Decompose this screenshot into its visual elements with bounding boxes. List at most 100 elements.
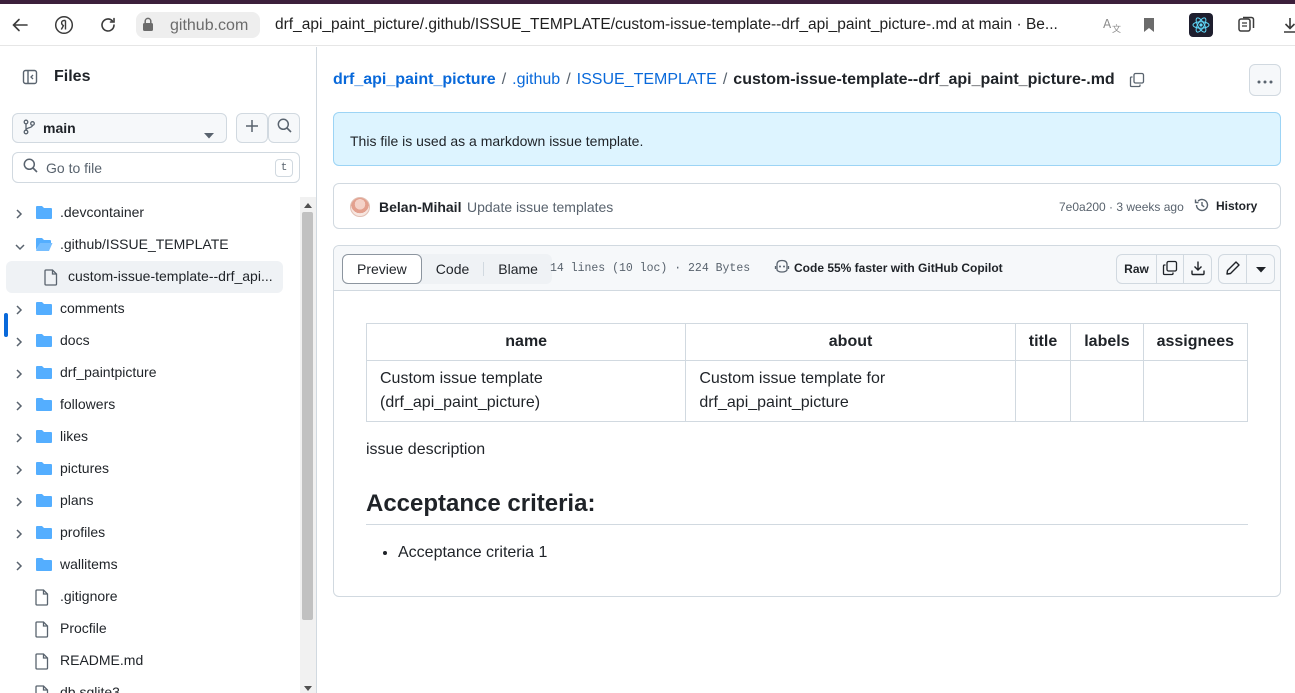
copy-icon bbox=[1162, 260, 1178, 279]
commit-sha-time[interactable]: 7e0a200 · 3 weeks ago bbox=[1059, 200, 1184, 214]
sidebar-scrollbar-thumb[interactable] bbox=[302, 212, 313, 620]
bookmark-icon[interactable] bbox=[1137, 13, 1161, 37]
scroll-down-icon[interactable] bbox=[303, 683, 313, 693]
search-icon bbox=[23, 158, 38, 178]
table-row: Custom issue template (drf_api_paint_pic… bbox=[365, 360, 1249, 422]
tree-item-label: followers bbox=[60, 396, 116, 412]
table-cell-title bbox=[1014, 360, 1072, 422]
tree-item-wallitems[interactable]: wallitems bbox=[0, 549, 300, 581]
commit-author[interactable]: Belan-Mihail bbox=[379, 199, 461, 215]
chevron-down-icon bbox=[1255, 262, 1266, 276]
page-title-bar[interactable]: drf_api_paint_picture/.github/ISSUE_TEMP… bbox=[275, 16, 1065, 34]
sidebar-collapse-icon[interactable] bbox=[14, 61, 46, 93]
back-icon[interactable] bbox=[8, 13, 32, 37]
edit-file-button[interactable] bbox=[1219, 255, 1247, 283]
copy-path-icon[interactable] bbox=[1129, 72, 1145, 88]
folder-icon bbox=[35, 429, 53, 447]
tree-item-followers[interactable]: followers bbox=[0, 389, 300, 421]
branch-selector[interactable]: main bbox=[12, 113, 227, 143]
chevron-right-icon[interactable] bbox=[14, 463, 24, 479]
tree-item-pictures[interactable]: pictures bbox=[0, 453, 300, 485]
breadcrumb-separator: / bbox=[501, 71, 507, 88]
copilot-promo[interactable]: Code 55% faster with GitHub Copilot bbox=[774, 259, 1003, 276]
chevron-right-icon[interactable] bbox=[14, 495, 24, 511]
chevron-right-icon[interactable] bbox=[14, 207, 24, 223]
chevron-right-icon[interactable] bbox=[14, 559, 24, 575]
tree-item-github-issue-template[interactable]: .github/ISSUE_TEMPLATE bbox=[0, 229, 300, 261]
tree-item-likes[interactable]: likes bbox=[0, 421, 300, 453]
tree-item-db-sqlite3[interactable]: db.sqlite3 bbox=[0, 677, 300, 693]
tree-item-comments[interactable]: comments bbox=[0, 293, 300, 325]
tree-item-label: docs bbox=[60, 332, 90, 348]
file-meta: 14 lines (10 loc) · 224 Bytes bbox=[550, 262, 751, 275]
chevron-right-icon[interactable] bbox=[14, 303, 24, 319]
tree-item-label: comments bbox=[60, 300, 125, 316]
tree-item-custom-issue-template[interactable]: custom-issue-template--drf_api... bbox=[6, 261, 283, 293]
sidebar-title: Files bbox=[54, 68, 91, 85]
avatar[interactable] bbox=[350, 197, 370, 217]
tab-preview[interactable]: Preview bbox=[342, 254, 422, 284]
tree-item-devcontainer[interactable]: .devcontainer bbox=[0, 197, 300, 229]
tab-blame[interactable]: Blame bbox=[484, 254, 552, 284]
folder-open-icon bbox=[35, 237, 53, 255]
tree-item-gitignore[interactable]: .gitignore bbox=[0, 581, 300, 613]
branch-name: main bbox=[43, 120, 76, 136]
chevron-right-icon[interactable] bbox=[14, 335, 24, 351]
copy-raw-button[interactable] bbox=[1157, 255, 1184, 283]
browser-toolbar: github.com drf_api_paint_picture/.github… bbox=[0, 4, 1295, 50]
history-label: History bbox=[1216, 199, 1258, 213]
chevron-down-icon[interactable] bbox=[14, 239, 26, 255]
more-options-button[interactable] bbox=[1249, 64, 1281, 96]
download-raw-button[interactable] bbox=[1184, 255, 1211, 283]
commit-message[interactable]: Update issue templates bbox=[467, 199, 613, 215]
tree-item-plans[interactable]: plans bbox=[0, 485, 300, 517]
add-file-button[interactable] bbox=[236, 113, 268, 143]
tree-item-docs[interactable]: docs bbox=[0, 325, 300, 357]
tree-item-procfile[interactable]: Procfile bbox=[0, 613, 300, 645]
table-header-name: name bbox=[365, 323, 687, 361]
sidebar-header: Files bbox=[14, 61, 90, 93]
plus-icon bbox=[245, 119, 259, 138]
chevron-right-icon[interactable] bbox=[14, 399, 24, 415]
yandex-icon[interactable] bbox=[52, 13, 76, 37]
chevron-right-icon[interactable] bbox=[14, 527, 24, 543]
chevron-right-icon[interactable] bbox=[14, 431, 24, 447]
history-button[interactable]: History bbox=[1194, 192, 1257, 220]
chevron-right-icon[interactable] bbox=[14, 367, 24, 383]
folder-icon bbox=[35, 397, 53, 415]
tab-code[interactable]: Code bbox=[422, 254, 483, 284]
go-to-file-field[interactable]: t bbox=[12, 152, 300, 183]
scroll-up-icon[interactable] bbox=[303, 200, 313, 210]
template-info-banner: This file is used as a markdown issue te… bbox=[333, 112, 1281, 166]
download-icon[interactable] bbox=[1278, 13, 1295, 37]
translate-icon[interactable]: A文 bbox=[1100, 13, 1124, 37]
tree-item-profiles[interactable]: profiles bbox=[0, 517, 300, 549]
collections-icon[interactable] bbox=[1234, 13, 1258, 37]
react-devtools-icon[interactable] bbox=[1189, 13, 1213, 37]
go-to-file-input[interactable] bbox=[46, 159, 246, 176]
table-cell-labels bbox=[1070, 360, 1144, 422]
keyboard-shortcut-hint: t bbox=[275, 159, 293, 177]
tree-item-label: README.md bbox=[60, 652, 144, 668]
breadcrumb-repo-link[interactable]: drf_api_paint_picture bbox=[333, 71, 496, 89]
table-header-labels: labels bbox=[1070, 323, 1144, 361]
download-icon bbox=[1190, 260, 1206, 279]
address-bar[interactable]: github.com bbox=[136, 12, 260, 38]
tree-item-readme[interactable]: README.md bbox=[0, 645, 300, 677]
breadcrumb-github-link[interactable]: .github bbox=[512, 71, 560, 89]
folder-icon bbox=[35, 333, 53, 351]
edit-options-button[interactable] bbox=[1247, 255, 1274, 283]
breadcrumb-issue-template-link[interactable]: ISSUE_TEMPLATE bbox=[577, 71, 717, 89]
breadcrumb: drf_api_paint_picture / .github / ISSUE_… bbox=[333, 71, 1145, 89]
search-button[interactable] bbox=[268, 113, 300, 143]
view-mode-tabs: Preview Code Blame bbox=[342, 254, 552, 284]
search-icon bbox=[277, 118, 292, 138]
branch-icon bbox=[23, 119, 35, 138]
acceptance-criteria-list: Acceptance criteria 1 bbox=[366, 541, 1248, 565]
raw-button[interactable]: Raw bbox=[1117, 255, 1157, 283]
chevron-down-icon bbox=[204, 126, 214, 142]
reload-icon[interactable] bbox=[96, 13, 120, 37]
tree-item-drf-paintpicture[interactable]: drf_paintpicture bbox=[0, 357, 300, 389]
tree-item-label: likes bbox=[60, 428, 89, 444]
copilot-label: Code 55% faster with GitHub Copilot bbox=[794, 260, 1003, 275]
